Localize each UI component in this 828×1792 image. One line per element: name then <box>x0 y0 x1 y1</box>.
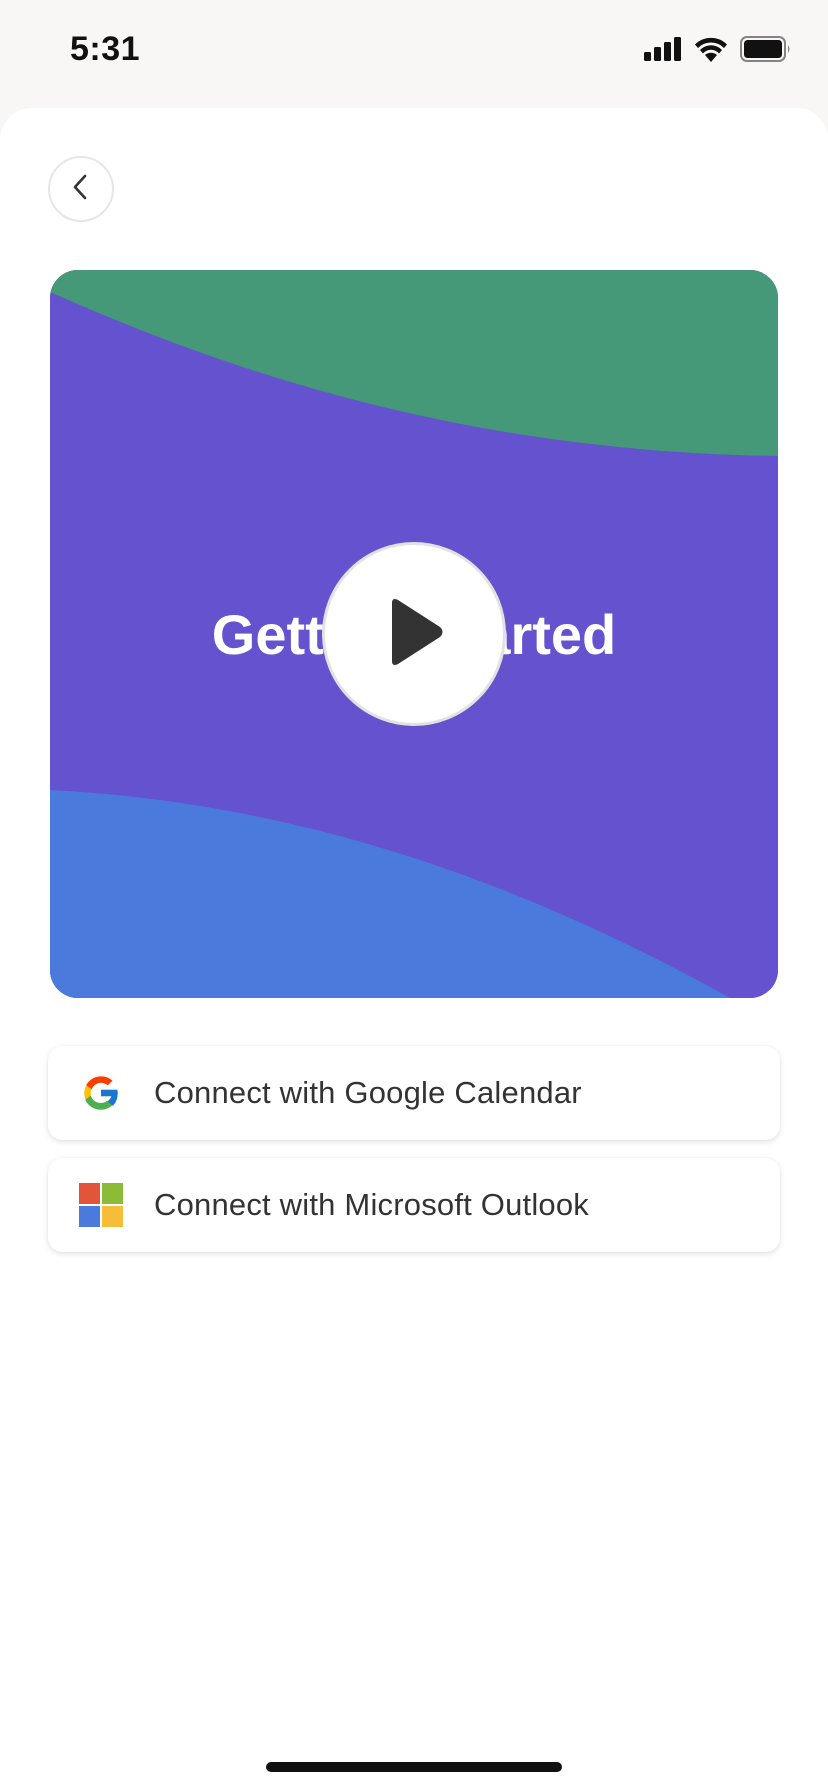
cellular-signal-icon <box>644 37 682 66</box>
wifi-icon <box>694 36 728 67</box>
connect-google-calendar-button[interactable]: Connect with Google Calendar <box>48 1046 780 1140</box>
play-icon <box>382 597 446 672</box>
getting-started-video[interactable]: Getting Started <box>50 270 778 998</box>
connect-microsoft-outlook-label: Connect with Microsoft Outlook <box>154 1187 590 1222</box>
home-indicator[interactable] <box>266 1762 562 1772</box>
connect-microsoft-outlook-button[interactable]: Connect with Microsoft Outlook <box>48 1158 780 1252</box>
status-bar: 5:31 <box>0 0 828 108</box>
google-logo-icon <box>78 1070 124 1116</box>
back-button[interactable] <box>48 156 114 222</box>
play-button[interactable] <box>322 542 506 726</box>
battery-icon <box>740 36 792 67</box>
connect-google-calendar-label: Connect with Google Calendar <box>154 1075 582 1110</box>
status-time: 5:31 <box>70 30 141 68</box>
main-sheet: Getting Started Connect with Google Cale… <box>0 108 828 1792</box>
microsoft-logo-icon <box>78 1182 124 1228</box>
status-icons <box>644 36 792 67</box>
chevron-left-icon <box>70 173 92 206</box>
